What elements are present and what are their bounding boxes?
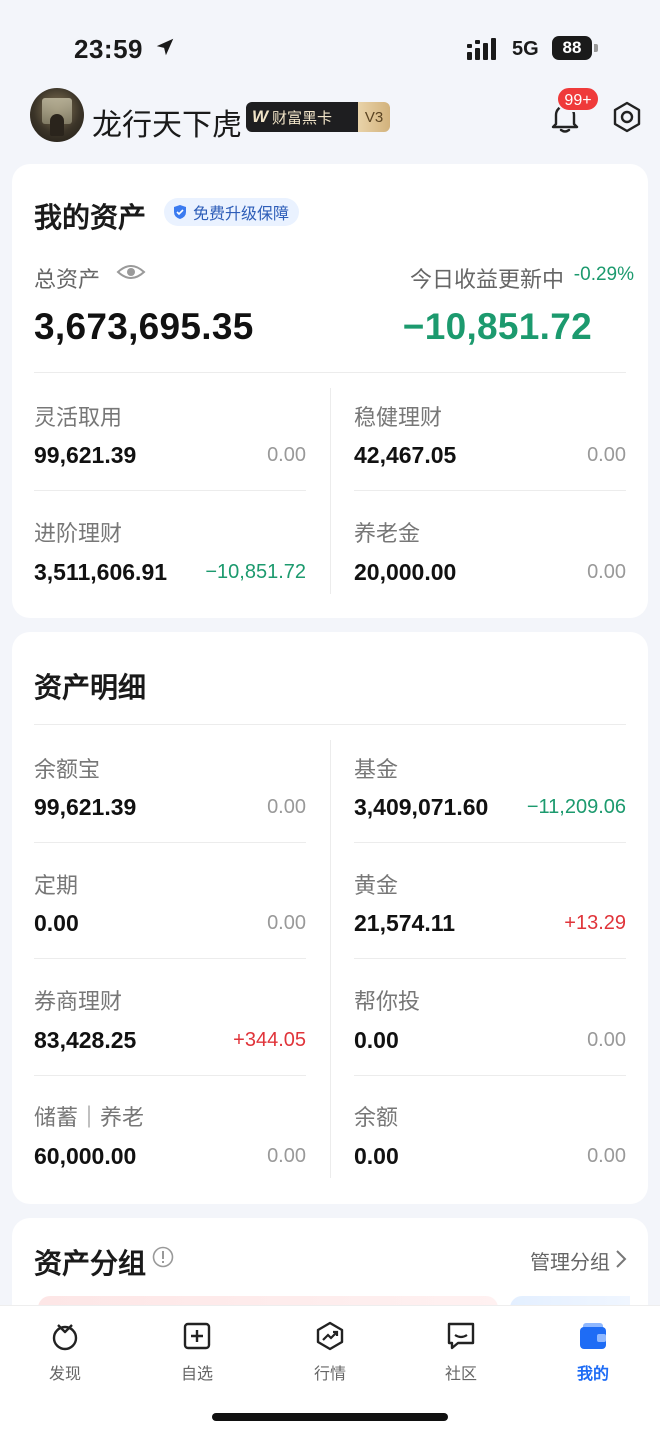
watchlist-icon xyxy=(183,1322,211,1350)
avatar[interactable] xyxy=(30,88,84,142)
discover-icon xyxy=(52,1324,78,1351)
asset-item-change: 0.00 xyxy=(587,561,626,583)
tab-label: 我的 xyxy=(576,1366,609,1383)
detail-item-value: 83,428.25 xyxy=(34,1027,137,1053)
detail-item-label: 券商理财 xyxy=(34,989,123,1014)
tab-community[interactable]: 社区 xyxy=(421,1320,501,1384)
home-indicator xyxy=(212,1413,448,1421)
asset-item-value: 42,467.05 xyxy=(354,442,457,468)
detail-item-value: 99,621.39 xyxy=(34,794,137,820)
signal-icon xyxy=(467,38,496,60)
asset-item-change: 0.00 xyxy=(587,444,626,466)
tab-watchlist[interactable]: 自选 xyxy=(157,1320,237,1384)
status-bar: 23:59 5G 88 xyxy=(0,0,660,80)
settings-gear-icon[interactable] xyxy=(610,100,644,134)
membership-level: V3 xyxy=(358,102,390,132)
asset-item-value: 3,511,606.91 xyxy=(34,559,168,585)
detail-item-change: 0.00 xyxy=(587,1145,626,1167)
asset-group-title: 资产分组 xyxy=(34,1248,147,1279)
market-icon xyxy=(316,1321,344,1351)
detail-item-label: 定期 xyxy=(34,873,79,898)
manage-group-link[interactable]: 管理分组 xyxy=(530,1246,610,1275)
detail-item-value: 3,409,071.60 xyxy=(354,794,489,820)
today-earnings-label: 今日收益更新中 xyxy=(409,267,564,292)
detail-item-change: 0.00 xyxy=(267,796,306,818)
detail-item-label: 黄金 xyxy=(354,873,399,898)
asset-item-label: 稳健理财 xyxy=(354,405,443,430)
my-assets-title: 我的资产 xyxy=(34,202,147,233)
detail-item-label: 帮你投 xyxy=(354,989,421,1014)
tab-label: 自选 xyxy=(180,1366,213,1383)
battery-level: 88 xyxy=(552,36,592,60)
total-assets-label: 总资产 xyxy=(34,267,101,292)
guarantee-pill[interactable]: 免费升级保障 xyxy=(164,198,300,226)
tab-mine[interactable]: 我的 xyxy=(553,1320,633,1384)
detail-item-value: 60,000.00 xyxy=(34,1143,137,1169)
network-type: 5G xyxy=(512,38,539,60)
detail-item-value: 0.00 xyxy=(354,1143,399,1169)
shield-icon xyxy=(174,205,186,219)
asset-item-value: 99,621.39 xyxy=(34,442,137,468)
tab-market[interactable]: 行情 xyxy=(290,1320,370,1384)
tab-discover[interactable]: 发现 xyxy=(25,1320,105,1384)
detail-item-change: +344.05 xyxy=(233,1029,306,1051)
notification-badge: 99+ xyxy=(556,86,600,112)
membership-badge[interactable]: W 财富黑卡 V3 xyxy=(246,102,390,132)
today-earnings-pct: -0.29% xyxy=(573,264,634,285)
membership-card-name: 财富黑卡 xyxy=(272,109,333,127)
my-assets-card: 我的资产 免费升级保障 总资产 3,673,695.35 今日收益更新中 -0.… xyxy=(12,164,648,618)
asset-item-change: 0.00 xyxy=(267,444,306,466)
asset-item-label: 进阶理财 xyxy=(34,521,123,546)
eye-icon[interactable] xyxy=(116,260,146,284)
tab-label: 发现 xyxy=(48,1366,81,1383)
asset-item-label: 养老金 xyxy=(354,521,421,546)
detail-item-change: −11,209.06 xyxy=(526,796,626,818)
detail-item-change: 0.00 xyxy=(267,912,306,934)
today-earnings-value: −10,851.72 xyxy=(402,306,592,347)
w-logo-icon: W xyxy=(252,107,269,126)
detail-item-change: +13.29 xyxy=(564,912,626,934)
detail-item-label: 余额 xyxy=(354,1105,399,1130)
tab-label: 社区 xyxy=(444,1366,477,1383)
guarantee-label: 免费升级保障 xyxy=(193,206,290,223)
status-time: 23:59 xyxy=(74,34,143,64)
tab-label: 行情 xyxy=(313,1366,346,1383)
detail-item-value: 0.00 xyxy=(354,1027,399,1053)
detail-item-label: 基金 xyxy=(354,757,399,782)
asset-detail-title: 资产明细 xyxy=(34,672,147,703)
detail-item-label: 储蓄｜养老 xyxy=(34,1105,145,1130)
asset-item-value: 20,000.00 xyxy=(354,559,457,585)
community-icon xyxy=(447,1322,475,1350)
detail-item-change: 0.00 xyxy=(267,1145,306,1167)
asset-item-label: 灵活取用 xyxy=(34,405,123,430)
asset-item-change: −10,851.72 xyxy=(205,561,306,583)
info-icon[interactable] xyxy=(152,1246,174,1268)
battery-icon: 88 xyxy=(552,36,598,60)
chevron-right-icon xyxy=(616,1250,627,1268)
detail-item-value: 21,574.11 xyxy=(354,910,456,936)
username[interactable]: 龙行天下虎 xyxy=(92,100,242,144)
location-arrow-icon xyxy=(156,38,174,56)
asset-detail-card: 资产明细 余额宝 99,621.39 0.00 基金 3,409,071.60 … xyxy=(12,632,648,1204)
total-assets-value: 3,673,695.35 xyxy=(34,306,254,347)
detail-item-value: 0.00 xyxy=(34,910,79,936)
detail-item-label: 余额宝 xyxy=(34,757,101,782)
wallet-icon xyxy=(580,1323,606,1349)
detail-item-change: 0.00 xyxy=(587,1029,626,1051)
